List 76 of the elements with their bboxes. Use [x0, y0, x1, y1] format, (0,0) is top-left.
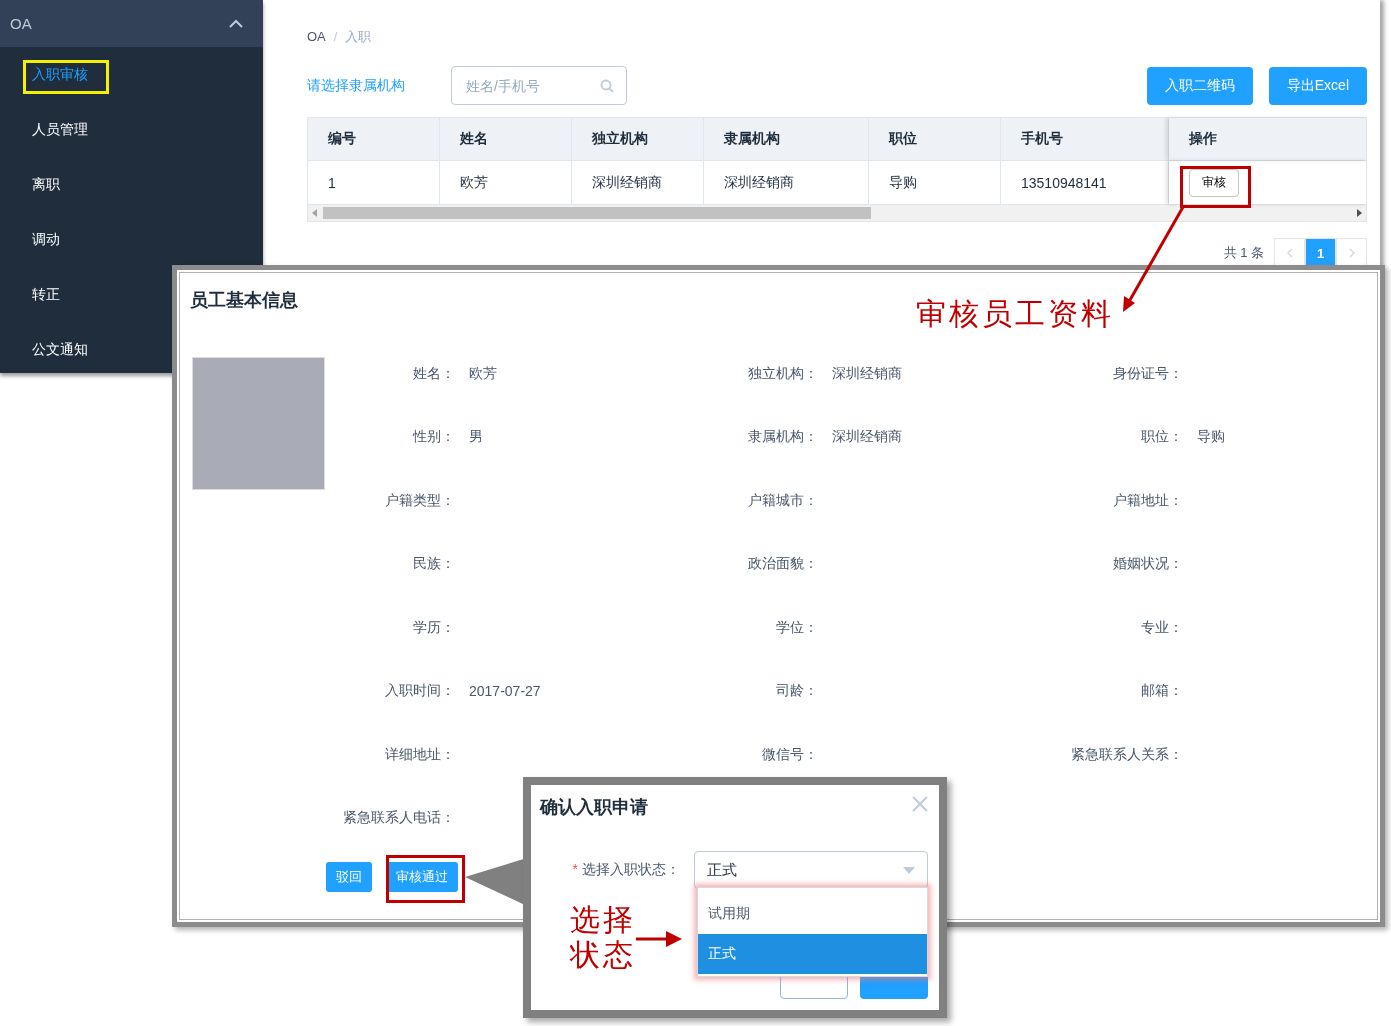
- chevron-left-icon: [1286, 248, 1293, 258]
- table-cell: 1: [308, 161, 440, 204]
- sidebar-item[interactable]: 人员管理: [0, 102, 172, 157]
- field-value: 导购: [1196, 428, 1226, 447]
- column-header: 隶属机构: [704, 118, 869, 160]
- field-label: 详细地址：: [385, 745, 455, 764]
- caret-icon: [903, 866, 915, 874]
- scroll-right-icon[interactable]: [1357, 209, 1362, 217]
- search-icon: [600, 78, 614, 93]
- field-value: 深圳经销商: [831, 364, 903, 383]
- close-icon: [911, 795, 929, 813]
- sidebar-header-label: OA: [10, 15, 32, 32]
- sidebar-item[interactable]: 转正: [0, 267, 172, 322]
- scrollbar-thumb[interactable]: [323, 207, 871, 219]
- field-label: 户籍城市：: [748, 491, 818, 510]
- scroll-left-icon[interactable]: [312, 209, 317, 217]
- chevron-right-icon: [1348, 248, 1355, 258]
- sidebar-item[interactable]: 入职审核: [0, 47, 172, 102]
- table-cell: 深圳经销商: [572, 161, 704, 204]
- highlight-frame: [1180, 166, 1251, 208]
- next-page-button[interactable]: [1336, 238, 1367, 268]
- search-field[interactable]: 姓名/手机号: [451, 66, 627, 105]
- column-header: 操作: [1169, 118, 1368, 160]
- review-button[interactable]: 审核: [1189, 168, 1239, 197]
- pagination-total: 共 1 条: [1223, 244, 1264, 262]
- field-label: * 选择入职状态：: [572, 861, 680, 879]
- column-header: 编号: [308, 118, 440, 160]
- chevron-up-icon: [229, 19, 243, 28]
- field-label: 入职时间：: [385, 682, 455, 701]
- column-header: 手机号: [1001, 118, 1169, 160]
- pointer-arrow: [636, 931, 682, 947]
- field-label: 性别：: [413, 428, 455, 447]
- sidebar-item[interactable]: 公文通知: [0, 322, 172, 377]
- breadcrumb-item[interactable]: OA: [307, 28, 326, 46]
- horizontal-scrollbar[interactable]: [308, 205, 1366, 221]
- field-label: 学历：: [413, 618, 455, 637]
- annotation-text: 状态: [570, 937, 636, 972]
- field-label: 政治面貌：: [748, 555, 818, 574]
- field-label: 职位：: [1141, 428, 1183, 447]
- table-cell: 导购: [869, 161, 1001, 204]
- column-header: 职位: [869, 118, 1001, 160]
- dropdown-option[interactable]: 正式: [698, 934, 927, 974]
- field-label: 隶属机构：: [748, 428, 818, 447]
- dropdown-option[interactable]: 试用期: [698, 894, 927, 934]
- sidebar-header[interactable]: OA: [0, 0, 263, 47]
- dialog-title: 确认入职申请: [540, 797, 648, 817]
- field-value: 深圳经销商: [831, 428, 903, 447]
- sidebar-item[interactable]: 离职: [0, 157, 172, 212]
- field-value: 欧芳: [468, 364, 498, 383]
- field-label: 户籍类型：: [385, 491, 455, 510]
- breadcrumb-separator: /: [333, 28, 338, 46]
- field-label: 邮箱：: [1141, 682, 1183, 701]
- table-cell: 13510948141: [1001, 161, 1169, 204]
- prev-page-button[interactable]: [1274, 238, 1305, 268]
- panel-title: 员工基本信息: [190, 290, 299, 310]
- field-label: 学位：: [776, 618, 818, 637]
- sidebar-item[interactable]: 调动: [0, 212, 172, 267]
- field-label: 微信号：: [762, 745, 818, 764]
- field-label: 户籍地址：: [1113, 491, 1183, 510]
- field-label: 独立机构：: [748, 364, 818, 383]
- field-label: 司龄：: [776, 682, 818, 701]
- field-value: 男: [468, 428, 484, 447]
- annotation-text: 审核员工资料: [916, 296, 1114, 331]
- field-label: 身份证号：: [1113, 364, 1183, 383]
- field-value: 2017-07-27: [468, 683, 542, 700]
- column-header: 独立机构: [572, 118, 704, 160]
- field-label: 婚姻状况：: [1113, 555, 1183, 574]
- field-label: 民族：: [413, 555, 455, 574]
- column-header: 姓名: [440, 118, 572, 160]
- table-cell: 深圳经销商: [704, 161, 869, 204]
- field-label: 紧急联系人电话：: [343, 809, 455, 828]
- field-label: 紧急联系人关系：: [1071, 745, 1183, 764]
- field-label: 姓名：: [413, 364, 455, 383]
- table-cell: 欧芳: [440, 161, 572, 204]
- annotation-text: 选择: [570, 902, 636, 937]
- field-label: 专业：: [1141, 618, 1183, 637]
